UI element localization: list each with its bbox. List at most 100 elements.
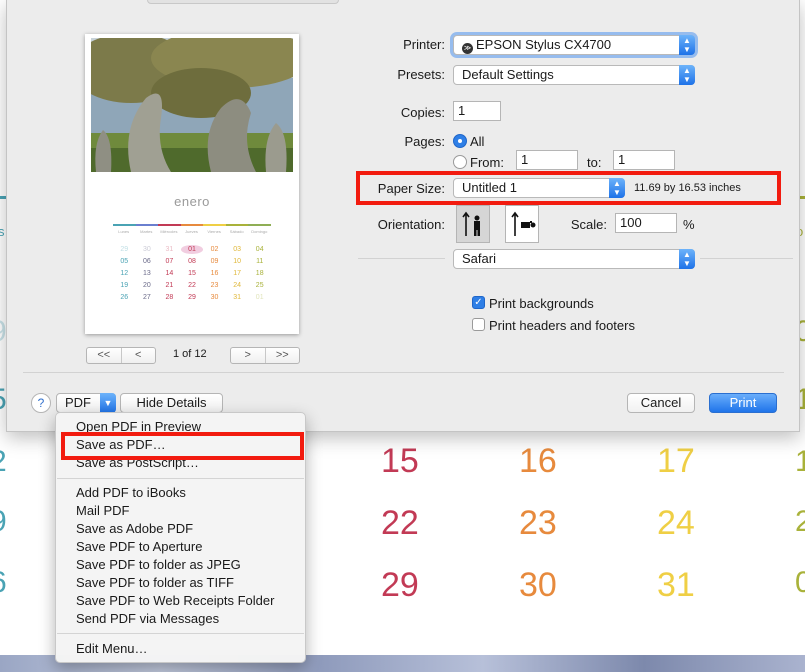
pages-from-label: From: <box>470 155 504 170</box>
preview-day-header: Miércoles <box>160 229 178 234</box>
preview-day-header: Jueves <box>185 229 198 234</box>
window-titlebar-stub <box>147 0 339 4</box>
popup-arrows-icon: ▲ ▼ <box>679 35 695 55</box>
background-day-number: 22 <box>381 504 419 542</box>
menu-item-edit-menu[interactable]: Edit Menu… <box>76 641 148 657</box>
preview-calendar-day: 30 <box>210 294 219 301</box>
strip-segment <box>180 224 204 226</box>
preview-calendar-day: 17 <box>233 270 242 277</box>
pages-all-label: All <box>470 134 485 149</box>
preview-calendar-day: 08 <box>188 258 196 265</box>
preview-calendar-day: 18 <box>255 270 264 277</box>
pages-from-radio[interactable] <box>453 155 467 169</box>
printer-value: EPSON Stylus CX4700 <box>476 37 612 52</box>
preview-calendar-day: 04 <box>255 246 264 253</box>
scale-field[interactable]: 100 <box>615 213 677 233</box>
preview-calendar-day: 15 <box>188 270 196 277</box>
highlight-paper-size <box>356 171 781 205</box>
pdf-button-label: PDF <box>65 395 91 410</box>
hide-details-button[interactable]: Hide Details <box>120 393 223 413</box>
next-page-button[interactable]: > <box>231 348 265 363</box>
preview-day-header: Viernes <box>207 229 221 234</box>
strip-segment <box>225 224 249 226</box>
orientation-portrait-button[interactable] <box>456 205 490 243</box>
background-day-number: 17 <box>657 442 695 480</box>
pages-to-field[interactable]: 1 <box>613 150 675 170</box>
preview-calendar-day: 29 <box>188 294 196 301</box>
scale-unit: % <box>683 217 695 232</box>
preview-calendar-day: 22 <box>188 282 196 289</box>
pages-label: Pages: <box>404 134 445 149</box>
preview-calendar-day: 07 <box>165 258 174 265</box>
preview-calendar-day: 13 <box>142 270 151 277</box>
menu-item-save-pdf-to-aperture[interactable]: Save PDF to Aperture <box>76 539 202 555</box>
preview-calendar-day: 01 <box>255 294 264 301</box>
printer-select[interactable]: ≫ EPSON Stylus CX4700 ▲ ▼ <box>453 35 695 55</box>
last-page-button[interactable]: >> <box>264 348 300 363</box>
background-edge-number: 2 <box>795 505 805 538</box>
background-edge-number: 2 <box>0 445 7 479</box>
strip-segment <box>203 224 226 226</box>
preview-calendar-day: 31 <box>165 246 174 253</box>
first-page-button[interactable]: << <box>87 348 121 363</box>
pages-to-label: to: <box>587 155 602 170</box>
background-day-number: 16 <box>519 442 557 480</box>
background-edge-number: 6 <box>0 566 7 600</box>
preview-calendar-day: 14 <box>165 270 174 277</box>
pages-from-field[interactable]: 1 <box>516 150 578 170</box>
preview-day-header: Domingo <box>251 229 268 234</box>
menu-item-save-pdf-jpeg[interactable]: Save PDF to folder as JPEG <box>76 557 241 573</box>
background-edge-number: 0 <box>795 566 805 599</box>
orientation-label: Orientation: <box>377 217 445 232</box>
pages-all-radio[interactable] <box>453 134 467 148</box>
background-day-number: 23 <box>519 504 557 542</box>
highlight-save-as-pdf <box>61 432 304 460</box>
pdf-menu-button[interactable]: PDF ▼ <box>56 393 116 413</box>
menu-item-mail-pdf[interactable]: Mail PDF <box>76 503 129 519</box>
menu-item-save-as-adobe-pdf[interactable]: Save as Adobe PDF <box>76 521 193 537</box>
copies-field[interactable]: 1 <box>453 101 501 121</box>
cancel-button[interactable]: Cancel <box>627 393 695 413</box>
preview-day-header: Martes <box>140 229 153 234</box>
menu-item-save-pdf-web-receipts[interactable]: Save PDF to Web Receipts Folder <box>76 593 274 609</box>
printer-status-icon: ≫ <box>462 43 473 54</box>
background-day-number: 31 <box>657 566 695 604</box>
background-day-number: 29 <box>381 566 419 604</box>
print-backgrounds-label: Print backgrounds <box>489 296 594 311</box>
preview-calendar-day: 09 <box>210 258 219 265</box>
preview-nav-forward: > >> <box>230 347 300 364</box>
preview-nav-back: << < <box>86 347 156 364</box>
menu-item-send-pdf-via-messages[interactable]: Send PDF via Messages <box>76 611 219 627</box>
preview-calendar-day: 23 <box>210 282 219 289</box>
help-button[interactable]: ? <box>31 393 51 413</box>
section-divider <box>358 258 445 259</box>
background-edge-text: s <box>0 224 5 239</box>
print-headers-checkbox[interactable] <box>472 318 485 331</box>
orientation-landscape-button[interactable] <box>505 205 539 243</box>
popup-arrows-icon: ▲ ▼ <box>679 249 695 269</box>
app-options-select[interactable]: Safari ▲ ▼ <box>453 249 695 269</box>
footer-divider <box>23 372 784 373</box>
presets-select[interactable]: Default Settings ▲ ▼ <box>453 65 695 85</box>
copies-label: Copies: <box>400 105 445 120</box>
background-day-number: 30 <box>519 566 557 604</box>
print-backgrounds-checkbox[interactable]: ✓ <box>472 296 485 309</box>
preview-photo <box>91 38 293 172</box>
menu-item-save-pdf-tiff[interactable]: Save PDF to folder as TIFF <box>76 575 234 591</box>
preview-day-header: Lunes <box>118 229 130 234</box>
strip-segment <box>113 224 136 226</box>
menu-item-add-pdf-to-ibooks[interactable]: Add PDF to iBooks <box>76 485 186 501</box>
preview-calendar-day: 16 <box>210 270 219 277</box>
print-button[interactable]: Print <box>709 393 777 413</box>
popup-arrows-icon: ▲ ▼ <box>679 65 695 85</box>
page-indicator: 1 of 12 <box>173 348 207 360</box>
preview-calendar-day: 21 <box>165 282 174 289</box>
preview-month-title: enero <box>174 194 210 209</box>
strip-segment <box>158 224 181 226</box>
preview-calendar-day: 06 <box>142 258 151 265</box>
preview-calendar-day: 25 <box>255 282 264 289</box>
preview-color-strip <box>113 224 272 226</box>
landscape-icon <box>511 211 536 236</box>
preview-calendar-grid: 29 30 31 01 02 03 04 05 06 07 08 09 10 11 12 13 14 15 16 17… <box>113 245 271 302</box>
previous-page-button[interactable]: < <box>120 348 156 363</box>
